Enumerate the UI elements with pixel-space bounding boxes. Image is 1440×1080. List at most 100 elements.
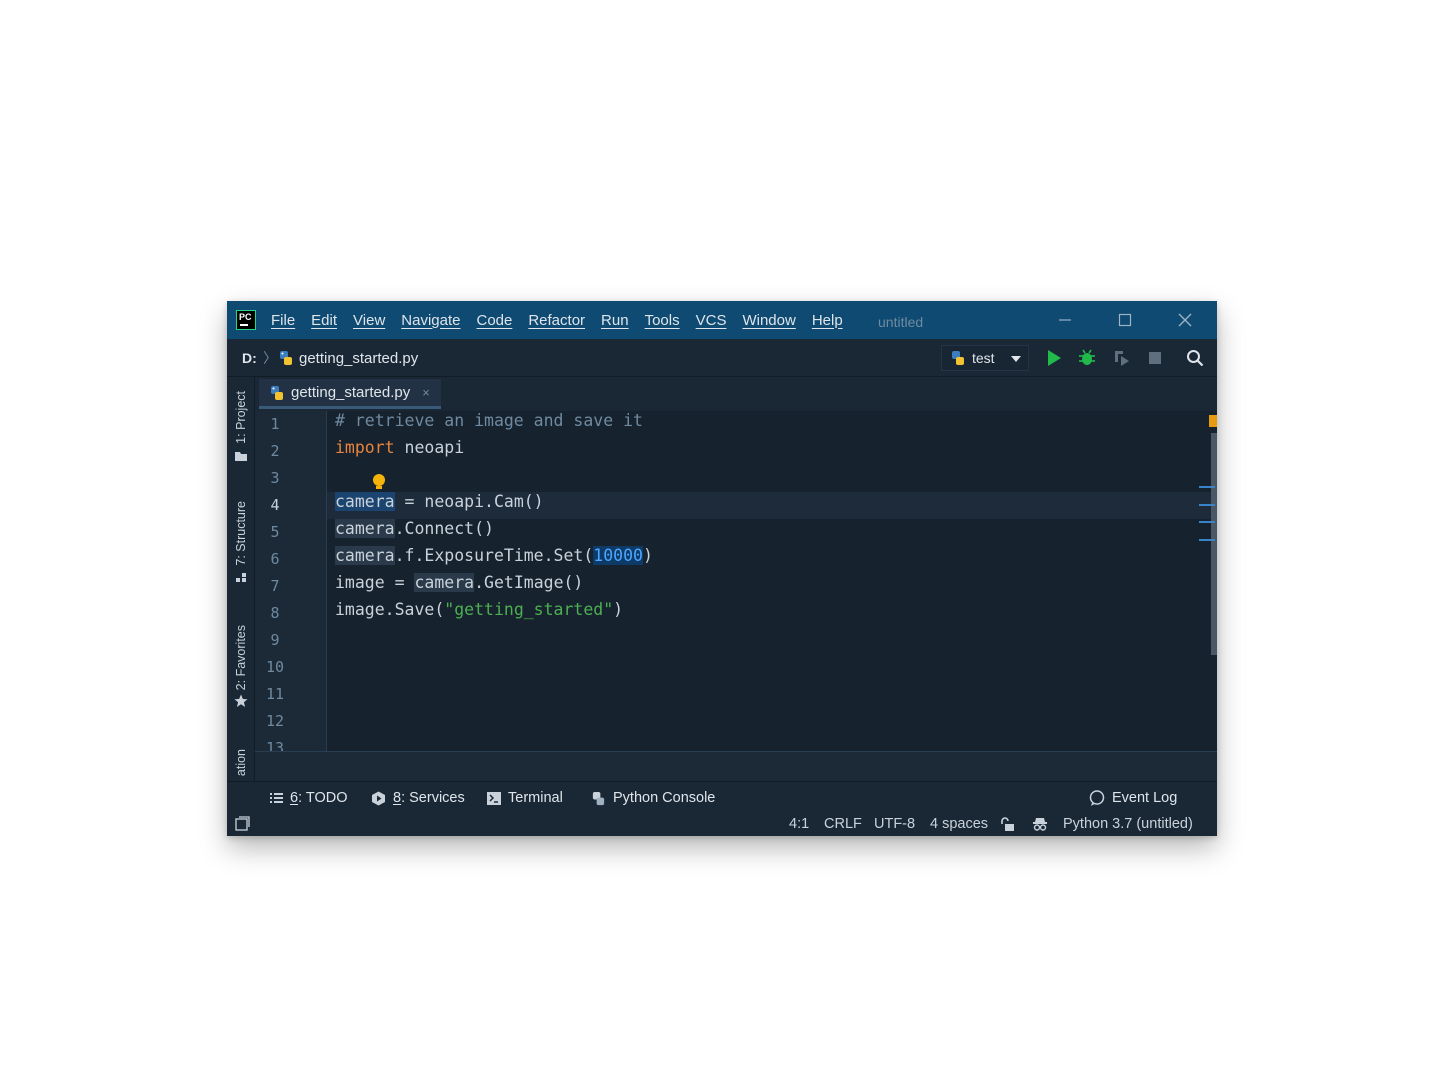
run-config-selector[interactable]: test	[941, 345, 1029, 371]
menu-tools[interactable]: Tools	[645, 312, 680, 329]
left-tool-strip: 1: Project 7: Structure 2: Favorites ati…	[227, 377, 255, 807]
caret-position[interactable]: 4:1	[789, 812, 809, 836]
side-tab-project[interactable]: 1: Project	[233, 391, 249, 462]
python-config-icon	[952, 351, 964, 365]
breadcrumb-drive[interactable]: D:	[242, 339, 257, 377]
logo-text: PC	[239, 312, 252, 322]
debug-icon[interactable]	[1078, 349, 1096, 367]
code-text: .Connect()	[394, 519, 494, 538]
event-log-label: Event Log	[1112, 790, 1178, 806]
line-number: 12	[265, 712, 285, 730]
terminal-icon	[487, 791, 501, 805]
side-tab-favorites-label: 2: Favorites	[234, 625, 248, 691]
minimize-button[interactable]	[1035, 301, 1095, 339]
breadcrumb-file[interactable]: getting_started.py	[278, 339, 418, 377]
line-number: 1	[270, 415, 280, 433]
search-icon[interactable]	[1186, 349, 1204, 367]
usage-marker[interactable]	[1199, 486, 1215, 488]
inspector-icon[interactable]	[1032, 816, 1048, 832]
code-number: 10000	[593, 546, 643, 565]
code-line-2: import neoapi	[335, 438, 464, 465]
line-number: 13	[265, 739, 285, 751]
side-tab-structure[interactable]: 7: Structure	[233, 501, 249, 584]
menu-navigate[interactable]: Navigate	[401, 312, 460, 329]
star-icon	[234, 694, 248, 708]
line-number-gutter: 1 2 3 4 5 6 7 8 9 10 11 12 13	[255, 411, 327, 751]
terminal-button[interactable]: Terminal	[487, 782, 563, 814]
usage-marker[interactable]	[1199, 504, 1215, 506]
services-button[interactable]: 8: Services	[371, 782, 465, 814]
scrollbar-thumb[interactable]	[1211, 433, 1217, 655]
code-text: image.Save(	[335, 600, 445, 619]
line-number: 5	[270, 523, 280, 541]
menu-vcs[interactable]: VCS	[696, 312, 727, 329]
event-log-icon	[1089, 790, 1105, 806]
todo-button[interactable]: 6: TODO	[270, 782, 348, 814]
run-icon[interactable]	[1045, 349, 1063, 367]
close-button[interactable]	[1155, 301, 1215, 339]
services-icon	[372, 791, 385, 805]
code-text: image =	[335, 573, 415, 592]
chevron-down-icon	[1011, 356, 1021, 362]
close-icon	[1178, 313, 1192, 327]
line-number: 2	[270, 442, 280, 460]
services-label: 8: Services	[393, 790, 465, 806]
toggle-tool-windows-icon[interactable]	[235, 816, 250, 831]
warning-indicator-icon[interactable]	[1209, 415, 1217, 427]
tool-window-bar: 6: TODO 8: Services Terminal Python Cons…	[227, 781, 1217, 813]
line-number: 8	[270, 604, 280, 622]
line-number: 9	[270, 631, 280, 649]
file-encoding[interactable]: UTF-8	[874, 812, 915, 836]
menu-file[interactable]: File	[271, 312, 295, 329]
python-interpreter[interactable]: Python 3.7 (untitled)	[1063, 812, 1193, 836]
code-keyword: import	[335, 438, 395, 457]
menu-refactor[interactable]: Refactor	[528, 312, 585, 329]
tab-getting-started[interactable]: getting_started.py ×	[259, 379, 441, 409]
run-with-coverage-icon[interactable]	[1112, 349, 1130, 367]
stop-icon[interactable]	[1146, 349, 1164, 367]
menu-view[interactable]: View	[353, 312, 385, 329]
side-tab-structure-label: 7: Structure	[234, 501, 248, 566]
code-line-5: camera.Connect()	[335, 519, 494, 546]
line-number: 10	[265, 658, 285, 676]
code-editor[interactable]: 1 2 3 4 5 6 7 8 9 10 11 12 13 # retrieve…	[255, 411, 1217, 751]
event-log-button[interactable]: Event Log	[1089, 782, 1177, 814]
menu-edit[interactable]: Edit	[311, 312, 337, 329]
lightbulb-intention-icon[interactable]	[373, 474, 385, 489]
code-variable-highlight: camera	[335, 519, 395, 538]
side-tab-project-label: 1: Project	[234, 391, 248, 444]
lock-icon[interactable]	[1000, 816, 1016, 832]
tab-label: getting_started.py	[291, 384, 411, 401]
code-text: = neoapi.Cam()	[394, 492, 544, 511]
project-title: untitled	[878, 314, 924, 330]
python-console-button[interactable]: Python Console	[591, 782, 715, 814]
menu-help[interactable]: Help	[812, 312, 843, 329]
minimize-icon	[1059, 319, 1071, 321]
menu-window[interactable]: Window	[742, 312, 795, 329]
menu-code[interactable]: Code	[476, 312, 512, 329]
menu-run[interactable]: Run	[601, 312, 629, 329]
maximize-button[interactable]	[1095, 301, 1155, 339]
todo-label: 6: TODO	[290, 790, 348, 806]
run-config-label: test	[972, 350, 995, 366]
line-number: 11	[265, 685, 285, 703]
line-separator[interactable]: CRLF	[824, 812, 862, 836]
editor-scrollbar[interactable]	[1199, 411, 1217, 751]
title-bar: PC File Edit View Navigate Code Refactor…	[227, 301, 1217, 339]
side-tab-favorites[interactable]: 2: Favorites	[233, 625, 249, 708]
indent-setting[interactable]: 4 spaces	[930, 812, 988, 836]
code-variable-highlight: camera	[414, 573, 475, 592]
python-console-label: Python Console	[613, 790, 716, 806]
line-number: 6	[270, 550, 280, 568]
breadcrumb-file-label: getting_started.py	[299, 349, 419, 367]
code-variable-highlight: camera	[335, 546, 395, 565]
code-text: )	[642, 546, 653, 565]
usage-marker[interactable]	[1199, 521, 1215, 523]
side-tab-partial[interactable]: ation	[233, 749, 249, 776]
navigation-bar: D: 〉 getting_started.py test	[227, 339, 1217, 377]
usage-marker[interactable]	[1199, 539, 1215, 541]
code-line-7: image = camera.GetImage()	[335, 573, 583, 600]
tab-close-icon[interactable]: ×	[422, 385, 430, 400]
editor-tabs: getting_started.py ×	[255, 377, 1217, 411]
pycharm-logo-icon: PC	[236, 310, 256, 330]
